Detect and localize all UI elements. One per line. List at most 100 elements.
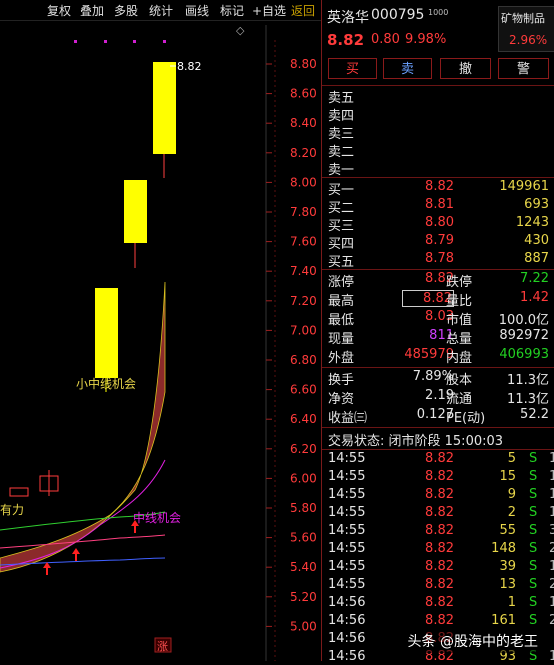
tick-time: 14:56 [328, 613, 366, 628]
high-price-label: 8.82 [177, 60, 202, 73]
bid-row-5[interactable]: 买五 8.78 887 [322, 251, 554, 270]
stats-row-eps: 收益㈢ 0.127 PE(动) 52.2 [328, 407, 549, 426]
bid-row-2[interactable]: 买二 8.81 693 [322, 197, 554, 216]
price-tick-label: 7.20 [290, 294, 317, 308]
candle [9, 487, 29, 497]
price-tick-label: 6.40 [290, 412, 317, 426]
price-tick-label: 6.80 [290, 353, 317, 367]
ask-row-1[interactable]: 卖一 [322, 159, 554, 178]
annotation-small-mid-chance: 小中线机会 [76, 376, 136, 391]
ask-row-5[interactable]: 卖五 [322, 87, 554, 106]
tick-count: 3 [549, 523, 554, 538]
trend-band [0, 281, 166, 573]
tick-count: 2 [549, 541, 554, 556]
tick-volume: 161 [491, 613, 516, 628]
bid-row-4[interactable]: 买四 8.79 430 [322, 233, 554, 252]
divider [322, 427, 554, 428]
ask-row-4[interactable]: 卖四 [322, 105, 554, 124]
tick-side: S [529, 487, 538, 502]
bid-row-1[interactable]: 买一 8.82 149961 [322, 179, 554, 198]
tick-side: S [529, 469, 538, 484]
price-tick-label: 8.40 [290, 116, 317, 130]
sector-box[interactable]: 矿物制品 2.96% [498, 6, 554, 52]
up-arrow-icon [72, 548, 80, 561]
tick-time: 14:56 [328, 595, 366, 610]
price-tick-label: 5.60 [290, 531, 317, 545]
price-tick-label: 6.20 [290, 442, 317, 456]
tick-row: 14:55 8.82 148 S 2 [322, 541, 554, 559]
tick-volume: 1 [507, 595, 516, 610]
tick-count: 2 [549, 577, 554, 592]
kline-chart[interactable]: ◇ 8.82 小中线机会 中线机会 有力 涨 8.80 8.60 8.40 8.… [0, 20, 321, 661]
divider [322, 269, 554, 270]
price-axis: 8.80 8.60 8.40 8.20 8.00 7.80 7.60 7.40 7.20 7.00… [266, 57, 317, 633]
price-tick-label: 6.00 [290, 471, 317, 485]
toolbar-mark[interactable]: 标记 [220, 2, 244, 19]
limit-up-marker-label: 涨 [157, 640, 168, 653]
diamond-icon[interactable]: ◇ [236, 24, 245, 37]
buy-button[interactable]: 买 [328, 58, 377, 79]
tick-time: 14:55 [328, 487, 366, 502]
cancel-order-button[interactable]: 撤 [440, 58, 491, 79]
price-tick-label: 8.80 [290, 57, 317, 71]
stock-code: 000795 [371, 7, 425, 23]
tick-time: 14:55 [328, 469, 366, 484]
tick-row: 14:55 8.82 9 S 1 [322, 487, 554, 505]
kline-svg: ◇ 8.82 小中线机会 中线机会 有力 涨 8.808.608.408.208… [0, 24, 317, 661]
tick-row: 14:56 8.82 1 S 1 [322, 595, 554, 613]
price-tick-label: 6.60 [290, 383, 317, 397]
tick-count: 1 [549, 469, 554, 484]
tick-time: 14:55 [328, 451, 366, 466]
signal-dot [74, 40, 77, 43]
stats-row-turnover: 换手 7.89% 股本 11.3亿 [328, 369, 549, 388]
stock-name: 英洛华 [327, 10, 369, 26]
tick-time: 14:55 [328, 523, 366, 538]
candle-limit-up-2 [124, 180, 147, 243]
toolbar-overlay[interactable]: 叠加 [80, 2, 104, 19]
ask-row-3[interactable]: 卖三 [322, 123, 554, 142]
toolbar-add-watchlist[interactable]: +自选 [252, 2, 286, 19]
tick-count: 1 [549, 649, 554, 661]
tick-time: 14:55 [328, 505, 366, 520]
price-tick-label: 7.60 [290, 235, 317, 249]
divider [322, 177, 554, 178]
tick-time: 14:56 [328, 649, 366, 661]
divider [322, 85, 554, 86]
bid-row-3[interactable]: 买三 8.80 1243 [322, 215, 554, 234]
ask-row-2[interactable]: 卖二 [322, 141, 554, 160]
annotation-left: 有力 [0, 503, 24, 517]
signal-dot [133, 40, 136, 43]
sector-change: 2.96% [509, 33, 548, 47]
tick-side: S [529, 541, 538, 556]
toolbar-draw-line[interactable]: 画线 [185, 2, 209, 19]
tick-volume: 148 [491, 541, 516, 556]
tick-time: 14:55 [328, 559, 366, 574]
price-tick-label: 7.80 [290, 205, 317, 219]
quote-panel: 英洛华 000795 1000 矿物制品 2.96% 8.82 0.80 9.9… [321, 0, 554, 661]
stats-row-nav: 净资 2.19 流通 11.3亿 [328, 388, 549, 407]
stats-row-volume: 现量 811 总量 892972 [328, 328, 549, 347]
toolbar-restore-rights[interactable]: 复权 [47, 2, 71, 19]
stock-code-suffix: 1000 [428, 8, 449, 17]
candle-limit-up-3 [153, 62, 176, 154]
tick-row: 14:55 8.82 13 S 2 [322, 577, 554, 595]
tick-side: S [529, 613, 538, 628]
toolbar-multi-stock[interactable]: 多股 [114, 2, 138, 19]
tick-count: 1 [549, 505, 554, 520]
price-tick-label: 5.80 [290, 501, 317, 515]
tick-side: S [529, 451, 538, 466]
toolbar-statistics[interactable]: 统计 [149, 2, 173, 19]
tick-row: 14:55 8.82 2 S 1 [322, 505, 554, 523]
tick-volume: 5 [507, 451, 516, 466]
price-tick-label: 8.60 [290, 87, 317, 101]
annotation-mid-chance: 中线机会 [133, 510, 181, 525]
alert-button[interactable]: 警 [498, 58, 549, 79]
sell-button[interactable]: 卖 [383, 58, 432, 79]
chart-toolbar: 复权 叠加 多股 统计 画线 标记 +自选 返回 [0, 0, 321, 21]
tick-volume: 2 [507, 505, 516, 520]
tick-count: 1 [549, 559, 554, 574]
tick-time: 14:55 [328, 577, 366, 592]
tick-row: 14:55 8.82 15 S 1 [322, 469, 554, 487]
tick-row: 14:55 8.82 55 S 3 [322, 523, 554, 541]
toolbar-back[interactable]: 返回 [291, 2, 315, 19]
